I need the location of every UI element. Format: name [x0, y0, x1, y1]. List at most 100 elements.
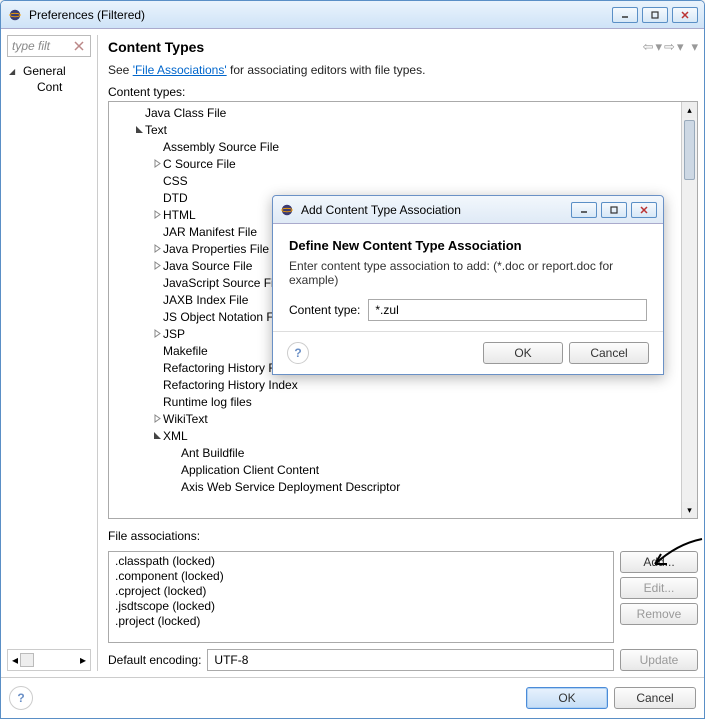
minimize-button[interactable]	[612, 7, 638, 23]
tree-item[interactable]: Application Client Content	[115, 461, 675, 478]
modal-heading: Define New Content Type Association	[289, 238, 647, 253]
add-content-type-dialog: Add Content Type Association Define New …	[272, 195, 664, 375]
nav-item-label: General	[23, 64, 66, 78]
edit-button[interactable]: Edit...	[620, 577, 698, 599]
modal-close-button[interactable]	[631, 202, 657, 218]
tree-item-label: JS Object Notation File	[163, 310, 286, 324]
file-associations-label: File associations:	[108, 525, 698, 545]
twisty-collapsed-icon[interactable]	[151, 210, 163, 219]
tree-item-label: HTML	[163, 208, 196, 222]
filter-placeholder: type filt	[12, 39, 50, 53]
tree-item[interactable]: Java Class File	[115, 104, 675, 121]
ok-button[interactable]: OK	[526, 687, 608, 709]
tree-item-label: C Source File	[163, 157, 236, 171]
twisty-collapsed-icon[interactable]	[151, 261, 163, 270]
twisty-collapsed-icon[interactable]	[151, 414, 163, 423]
close-button[interactable]	[672, 7, 698, 23]
eclipse-icon	[7, 7, 23, 23]
back-icon[interactable]: ⇦	[643, 39, 654, 55]
titlebar[interactable]: Preferences (Filtered)	[1, 1, 704, 29]
tree-item-label: Runtime log files	[163, 395, 252, 409]
twisty-collapsed-icon[interactable]	[151, 329, 163, 338]
nav-item[interactable]: ◢General	[9, 63, 89, 79]
nav-item-label: Cont	[37, 80, 62, 94]
content-type-label: Content type:	[289, 303, 360, 317]
tree-item-label: JavaScript Source File	[163, 276, 283, 290]
menu-icon[interactable]: ▾	[691, 39, 698, 55]
tree-item[interactable]: XML	[115, 427, 675, 444]
modal-titlebar[interactable]: Add Content Type Association	[273, 196, 663, 224]
tree-item-label: JAR Manifest File	[163, 225, 257, 239]
scroll-right-icon[interactable]: ▸	[80, 653, 86, 667]
modal-help-icon[interactable]: ?	[287, 342, 309, 364]
remove-button[interactable]: Remove	[620, 603, 698, 625]
content-type-input[interactable]: *.zul	[368, 299, 647, 321]
forward-icon[interactable]: ⇨	[664, 39, 675, 55]
update-button[interactable]: Update	[620, 649, 698, 671]
scroll-down-icon[interactable]: ▾	[682, 502, 697, 518]
assoc-item[interactable]: .cproject (locked)	[115, 584, 607, 599]
tree-item[interactable]: Refactoring History Index	[115, 376, 675, 393]
tree-item-label: Java Class File	[145, 106, 226, 120]
filter-input[interactable]: type filt	[7, 35, 91, 57]
assoc-item[interactable]: .classpath (locked)	[115, 554, 607, 569]
tree-item-label: JAXB Index File	[163, 293, 248, 307]
assoc-item[interactable]: .component (locked)	[115, 569, 607, 584]
tree-item-label: Text	[145, 123, 167, 137]
twisty-expanded-icon[interactable]	[151, 431, 163, 440]
tree-item-label: XML	[163, 429, 188, 443]
tree-item[interactable]: CSS	[115, 172, 675, 189]
dialog-footer: ? OK Cancel	[1, 677, 704, 718]
modal-cancel-button[interactable]: Cancel	[569, 342, 649, 364]
twisty-icon: ◢	[9, 67, 21, 76]
nav-pane: type filt ◢GeneralCont ◂ ▸	[7, 35, 91, 671]
back-menu-icon[interactable]: ▾	[656, 39, 663, 55]
scroll-up-icon[interactable]: ▴	[682, 102, 697, 118]
eclipse-icon	[279, 202, 295, 218]
help-icon[interactable]: ?	[9, 686, 33, 710]
tree-item-label: CSS	[163, 174, 188, 188]
tree-item-label: JSP	[163, 327, 185, 341]
nav-tree[interactable]: ◢GeneralCont	[7, 61, 91, 645]
tree-item-label: DTD	[163, 191, 188, 205]
tree-item-label: WikiText	[163, 412, 208, 426]
modal-maximize-button[interactable]	[601, 202, 627, 218]
tree-item-label: Refactoring History File	[163, 361, 288, 375]
scroll-left-icon[interactable]: ◂	[12, 653, 18, 667]
scroll-thumb[interactable]	[684, 120, 695, 180]
add-button[interactable]: Add...	[620, 551, 698, 573]
cancel-button[interactable]: Cancel	[614, 687, 696, 709]
clear-filter-icon[interactable]	[72, 39, 86, 53]
tree-item-label: Assembly Source File	[163, 140, 279, 154]
maximize-button[interactable]	[642, 7, 668, 23]
tree-item-label: Ant Buildfile	[181, 446, 244, 460]
default-encoding-input[interactable]: UTF-8	[207, 649, 614, 671]
nav-item[interactable]: Cont	[9, 79, 89, 95]
twisty-collapsed-icon[interactable]	[151, 159, 163, 168]
file-associations-list[interactable]: .classpath (locked).component (locked).c…	[108, 551, 614, 643]
modal-minimize-button[interactable]	[571, 202, 597, 218]
tree-item-label: Refactoring History Index	[163, 378, 298, 392]
assoc-item[interactable]: .project (locked)	[115, 614, 607, 629]
tree-item-label: Java Properties File	[163, 242, 269, 256]
tree-scrollbar[interactable]: ▴ ▾	[681, 102, 697, 518]
tree-item[interactable]: Ant Buildfile	[115, 444, 675, 461]
tree-item-label: Axis Web Service Deployment Descriptor	[181, 480, 400, 494]
nav-bottom-toolbar: ◂ ▸	[7, 649, 91, 671]
assoc-item[interactable]: .jsdtscope (locked)	[115, 599, 607, 614]
tree-item[interactable]: C Source File	[115, 155, 675, 172]
window-title: Preferences (Filtered)	[29, 8, 612, 22]
twisty-collapsed-icon[interactable]	[151, 244, 163, 253]
scroll-thumb[interactable]	[20, 653, 34, 667]
modal-ok-button[interactable]: OK	[483, 342, 563, 364]
tree-item[interactable]: Axis Web Service Deployment Descriptor	[115, 478, 675, 495]
tree-item[interactable]: WikiText	[115, 410, 675, 427]
tree-item[interactable]: Text	[115, 121, 675, 138]
file-associations-link[interactable]: 'File Associations'	[133, 63, 227, 77]
tree-item-label: Application Client Content	[181, 463, 319, 477]
tree-item[interactable]: Runtime log files	[115, 393, 675, 410]
tree-item[interactable]: Assembly Source File	[115, 138, 675, 155]
page-description: See 'File Associations' for associating …	[108, 59, 698, 81]
twisty-expanded-icon[interactable]	[133, 125, 145, 134]
forward-menu-icon[interactable]: ▾	[677, 39, 684, 55]
